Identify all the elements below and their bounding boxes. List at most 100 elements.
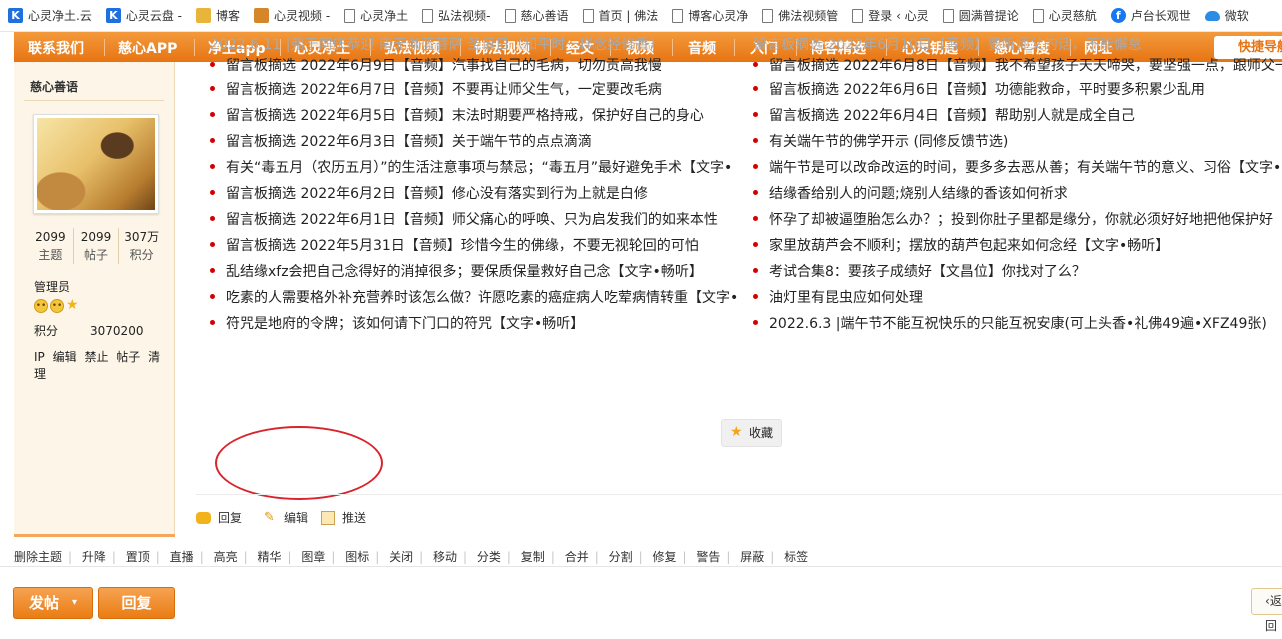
bookmark-1[interactable]: K 心灵云盘 - bbox=[105, 7, 182, 24]
bullet bbox=[210, 267, 215, 273]
post-link[interactable]: 吃素的人需要格外补充营养时该怎么做？许愿吃素的癌症病人吃荤病情转重【文字• bbox=[210, 287, 738, 309]
post-link[interactable]: 留言板摘选 2022年5月31日【音频】珍惜今生的佛缘，不要无视轮回的可怕 bbox=[210, 235, 699, 257]
post-link[interactable]: 乱结缘xfz会把自己念得好的消掉很多；要保质保量救好自己念【文字•畅听】 bbox=[210, 261, 703, 283]
star-icon: ★ bbox=[66, 297, 79, 313]
mod-stamp[interactable]: 图章 bbox=[301, 550, 325, 564]
separator: | bbox=[287, 550, 292, 564]
post-link[interactable]: 考试合集8：要孩子成绩好【文昌位】你找对了么？ bbox=[753, 261, 1086, 283]
mod-merge[interactable]: 合并 bbox=[565, 550, 589, 564]
cloud-icon bbox=[1204, 10, 1220, 21]
page-icon bbox=[344, 8, 356, 23]
stat-credits[interactable]: 307万 积分 bbox=[119, 228, 164, 264]
mod-move[interactable]: 移动 bbox=[433, 550, 457, 564]
return-button[interactable]: ‹返回 bbox=[1251, 588, 1282, 633]
mod-block[interactable]: 屏蔽 bbox=[740, 550, 764, 564]
user-role[interactable]: 管理员 bbox=[34, 278, 70, 295]
bullet bbox=[753, 137, 758, 143]
separator: | bbox=[331, 550, 336, 564]
push-action[interactable]: 推送 bbox=[321, 509, 366, 526]
bookmark-4[interactable]: 心灵净土 bbox=[344, 7, 408, 24]
page-icon bbox=[582, 8, 594, 23]
post-link[interactable]: 留言板摘选 2022年6月4日【音频】帮助别人就是成全自己 bbox=[753, 105, 1135, 127]
reply-action[interactable]: 回复 bbox=[196, 509, 242, 526]
partial-post-link[interactable]: 留言板摘选 2022年6月10日【音频】要听师父的话，不能懈怠 bbox=[753, 34, 1142, 54]
mod-close[interactable]: 关闭 bbox=[389, 550, 413, 564]
post-link[interactable]: 结缘香给别人的问题;烧别人结缘的香该如何祈求 bbox=[753, 183, 1068, 205]
mod-category[interactable]: 分类 bbox=[477, 550, 501, 564]
bullet bbox=[210, 163, 215, 169]
admin-ip-link[interactable]: IP bbox=[34, 350, 45, 364]
post-link[interactable]: 留言板摘选 2022年6月1日【音频】师父痛心的呼唤、只为启发我们的如来本性 bbox=[210, 209, 718, 231]
page-icon bbox=[672, 8, 684, 23]
admin-ban-link[interactable]: 禁止 bbox=[84, 350, 108, 364]
bookmark-0[interactable]: K 心灵净土.云 bbox=[8, 7, 92, 24]
post-link[interactable]: 留言板摘选 2022年6月9日【音频】汽事找自己的毛病，切勿贡高我慢 bbox=[210, 55, 662, 77]
page-icon bbox=[422, 8, 434, 23]
admin-posts-link[interactable]: 帖子 bbox=[116, 350, 140, 364]
bullet bbox=[753, 319, 758, 325]
author-name[interactable]: 慈心善语 bbox=[30, 78, 78, 95]
bookmark-11[interactable]: 圆满普提论 bbox=[942, 7, 1019, 24]
post-link[interactable]: 油灯里有昆虫应如何处理 bbox=[753, 287, 923, 309]
stat-threads[interactable]: 2099 主题 bbox=[28, 228, 74, 264]
bookmark-10[interactable]: 登录 ‹ 心灵 bbox=[852, 7, 929, 24]
mod-bump[interactable]: 升降 bbox=[82, 550, 106, 564]
bookmark-9[interactable]: 佛法视频管 bbox=[762, 7, 838, 24]
bookmark-12[interactable]: 心灵慈航 bbox=[1032, 7, 1097, 24]
partial-post-link[interactable]: 2022.6.11 |弗于同庆恭迎 南无伽蓝菩萨 圣诞日（和平时一样念经修香） bbox=[210, 34, 663, 54]
post-link[interactable]: 有关端午节的佛学开示 (同修反馈节选) bbox=[753, 131, 1008, 153]
bookmark-13[interactable]: f 卢台长观世 bbox=[1110, 7, 1191, 24]
bookmark-7[interactable]: 首页 | 佛法 bbox=[582, 7, 658, 24]
bookmark-5[interactable]: 弘法视频- bbox=[422, 7, 491, 24]
mod-copy[interactable]: 复制 bbox=[521, 550, 545, 564]
post-link[interactable]: 留言板摘选 2022年6月2日【音频】修心没有落实到行为上就是白修 bbox=[210, 183, 648, 205]
bullet bbox=[210, 85, 215, 91]
nav-audio[interactable]: 音频 bbox=[688, 38, 716, 58]
smiley-icon: •• bbox=[50, 299, 64, 313]
bookmark-8[interactable]: 博客心灵净 bbox=[672, 7, 748, 24]
nav-cixin-app[interactable]: 慈心APP bbox=[118, 38, 177, 58]
post-link[interactable]: 2022.6.3 |端午节不能互祝快乐的只能互祝安康(可上头香•礼佛49遍•XF… bbox=[753, 313, 1267, 335]
reply-button[interactable]: 回复 bbox=[98, 587, 175, 619]
sidebar-divider bbox=[24, 100, 164, 101]
separator: | bbox=[594, 550, 599, 564]
new-post-button[interactable]: 发帖 ▾ bbox=[13, 587, 93, 619]
mod-digest[interactable]: 精华 bbox=[257, 550, 281, 564]
separator: | bbox=[726, 550, 731, 564]
post-link[interactable]: 留言板摘选 2022年6月6日【音频】功德能救命，平时要多积累少乱用 bbox=[753, 79, 1205, 101]
post-link[interactable]: 留言板摘选 2022年6月7日【音频】不要再让师父生气，一定要改毛病 bbox=[210, 79, 662, 101]
edit-action[interactable]: ✎ 编辑 bbox=[264, 509, 308, 526]
bullet bbox=[753, 111, 758, 117]
post-link[interactable]: 端午节是可以改命改运的时间，要多多去恶从善；有关端午节的意义、习俗【文字• bbox=[753, 157, 1281, 179]
mod-live[interactable]: 直播 bbox=[170, 550, 194, 564]
mod-highlight[interactable]: 高亮 bbox=[214, 550, 238, 564]
separator: | bbox=[638, 550, 643, 564]
post-link[interactable]: 留言板摘选 2022年6月5日【音频】末法时期要严格持戒，保护好自己的身心 bbox=[210, 105, 704, 127]
bookmark-3[interactable]: 心灵视频 - bbox=[254, 7, 330, 24]
avatar[interactable] bbox=[33, 114, 159, 214]
post-link[interactable]: 有关“毒五月（农历五月）”的生活注意事项与禁忌；“毒五月”最好避免手术【文字• bbox=[210, 157, 732, 179]
mod-repair[interactable]: 修复 bbox=[652, 550, 676, 564]
mod-split[interactable]: 分割 bbox=[609, 550, 633, 564]
post-link[interactable]: 怀孕了却被逼堕胎怎么办？；投到你肚子里都是缘分，你就必须好好地把他保护好 bbox=[753, 209, 1273, 231]
stat-posts[interactable]: 2099 帖子 bbox=[74, 228, 120, 264]
page-icon bbox=[852, 8, 864, 23]
admin-edit-link[interactable]: 编辑 bbox=[53, 350, 77, 364]
post-link[interactable]: 符咒是地府的令牌；该如何请下门口的符咒【文字•畅听】 bbox=[210, 313, 584, 335]
post-link[interactable]: 家里放葫芦会不顺利；摆放的葫芦包起来如何念经【文字•畅听】 bbox=[753, 235, 1169, 257]
separator: | bbox=[199, 550, 204, 564]
nav-contact[interactable]: 联系我们 bbox=[28, 38, 84, 58]
mod-sticky[interactable]: 置顶 bbox=[126, 550, 150, 564]
bookmark-2[interactable]: 博客 bbox=[195, 7, 240, 24]
post-link[interactable]: 留言板摘选 2022年6月3日【音频】关于端午节的点点滴滴 bbox=[210, 131, 592, 153]
bullet bbox=[753, 267, 758, 273]
mod-tags[interactable]: 标签 bbox=[784, 550, 808, 564]
mod-delete-thread[interactable]: 删除主题 bbox=[14, 550, 62, 564]
mod-icon[interactable]: 图标 bbox=[345, 550, 369, 564]
mod-warn[interactable]: 警告 bbox=[696, 550, 720, 564]
post-link[interactable]: 留言板摘选 2022年6月8日【音频】我不希望孩子天天啼哭，要坚强一点，跟师父一 bbox=[753, 55, 1282, 77]
bookmark-6[interactable]: 慈心善语 bbox=[504, 7, 569, 24]
page-icon bbox=[504, 8, 516, 23]
favorite-button[interactable]: ★ 收藏 bbox=[721, 419, 783, 447]
bookmark-14[interactable]: 微软 bbox=[1204, 7, 1249, 24]
